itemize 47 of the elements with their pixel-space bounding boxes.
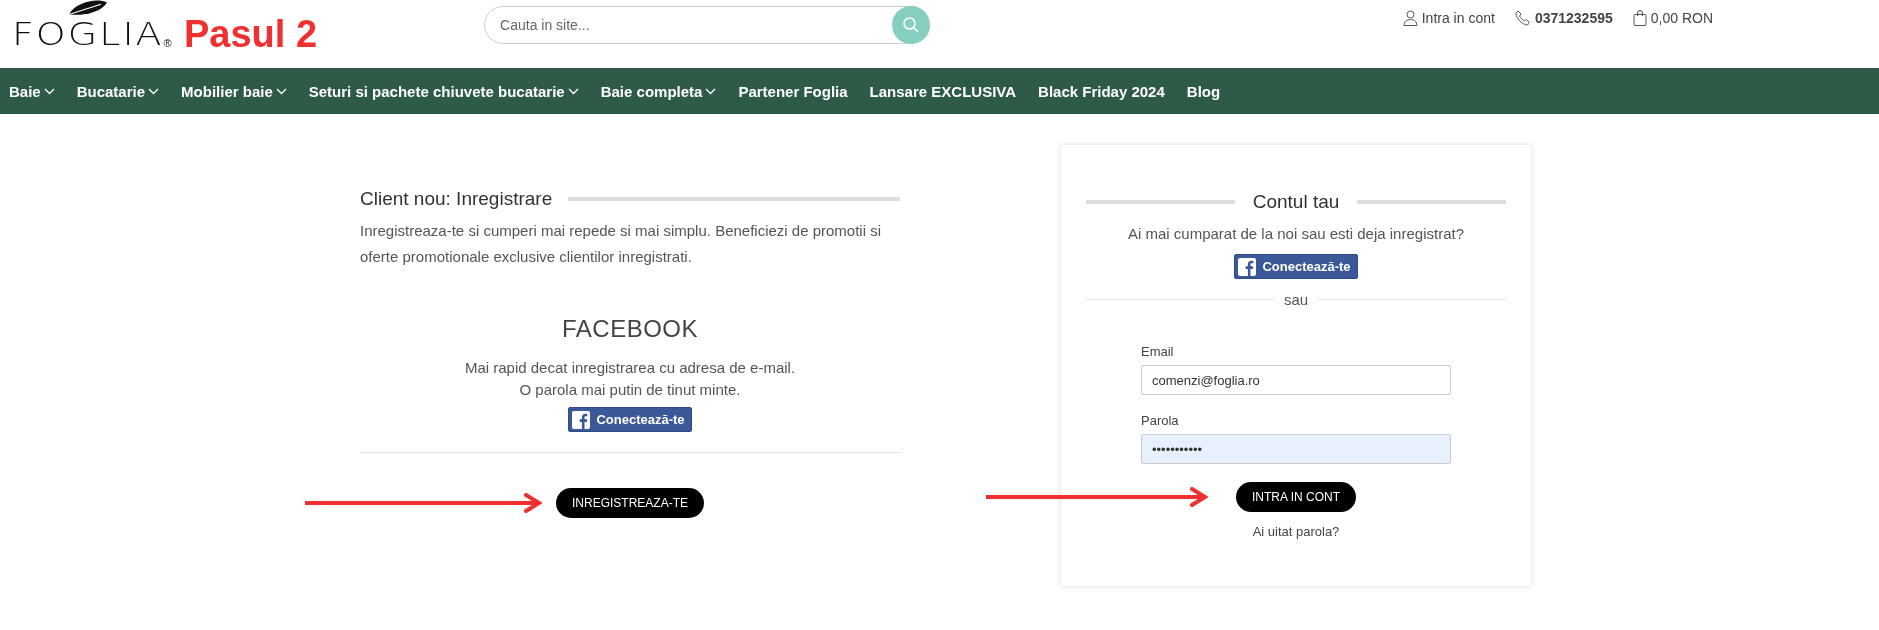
forgot-password-link[interactable]: Ai uitat parola? <box>1252 524 1340 539</box>
divider-text: sau <box>1283 291 1309 308</box>
search-field[interactable]: Cauta in site... <box>484 6 931 44</box>
phone-icon <box>1514 10 1531 26</box>
facebook-icon <box>1238 257 1257 276</box>
chevron-down-icon <box>43 87 55 95</box>
chevron-down-icon <box>275 87 287 95</box>
phone-link[interactable]: 0371232595 <box>1514 10 1613 26</box>
nav-link[interactable]: Baie completa <box>600 82 717 100</box>
leaf-icon <box>67 0 109 17</box>
facebook-heading: FACEBOOK <box>560 315 699 343</box>
nav-link[interactable]: Bucatarie <box>76 82 160 100</box>
info-text: O parola mai putin de tinut minte. <box>518 380 742 400</box>
account-link[interactable]: Intra in cont <box>1402 10 1495 26</box>
nav-link[interactable]: Partener Foglia <box>738 82 848 100</box>
facebook-icon <box>572 410 591 429</box>
nav-link[interactable]: Baie <box>9 82 55 100</box>
shopping-bag-icon <box>1632 10 1647 26</box>
nav-link[interactable]: Lansare EXCLUSIVA <box>869 82 1017 100</box>
cart-link[interactable]: 0,00 RON <box>1632 10 1713 26</box>
field-label: Parola <box>1141 413 1180 428</box>
section-title: Client nou: Inregistrare <box>360 188 553 210</box>
register-button[interactable]: INREGISTREAZA-TE <box>556 488 704 518</box>
nav-link[interactable]: Mobilier baie <box>181 82 287 100</box>
foglia-logo[interactable]: FOGLIA® <box>12 15 172 53</box>
input-field[interactable]: ••••••••••• <box>1141 434 1451 464</box>
user-icon <box>1402 10 1418 26</box>
chevron-down-icon <box>567 87 579 95</box>
logo-text: FOGLIA <box>12 17 164 51</box>
registered-mark: ® <box>163 37 172 49</box>
description-text: Inregistreaza-te si cumperi mai repede si mai simplu. Beneficiezi de promotii si oferte promotionale exclusive clientilor inregistrati. <box>360 221 883 267</box>
search-icon <box>902 16 921 34</box>
info-text: Mai rapid decat inregistrarea cu adresa de e-mail. <box>463 358 797 378</box>
nav-link[interactable]: Black Friday 2024 <box>1038 82 1165 100</box>
login-button[interactable]: INTRA IN CONT <box>1236 482 1356 512</box>
search-button[interactable] <box>892 6 931 44</box>
field-label: Email <box>1141 344 1175 359</box>
step-label: Pasul 2 <box>184 12 318 56</box>
chevron-down-icon <box>148 87 160 95</box>
nav-link[interactable]: Blog <box>1186 82 1221 100</box>
nav-link[interactable]: Seturi si pachete chiuvete bucatarie <box>308 82 579 100</box>
question-text: Ai mai cumparat de la noi sau esti deja inregistrat? <box>1128 225 1464 242</box>
facebook-connect-button[interactable]: Conectează-te <box>1234 254 1358 279</box>
card-title: Contul tau <box>1252 191 1340 213</box>
chevron-down-icon <box>705 87 717 95</box>
input-field[interactable]: comenzi@foglia.ro <box>1141 365 1451 395</box>
facebook-connect-button[interactable]: Conectează-te <box>568 407 692 432</box>
